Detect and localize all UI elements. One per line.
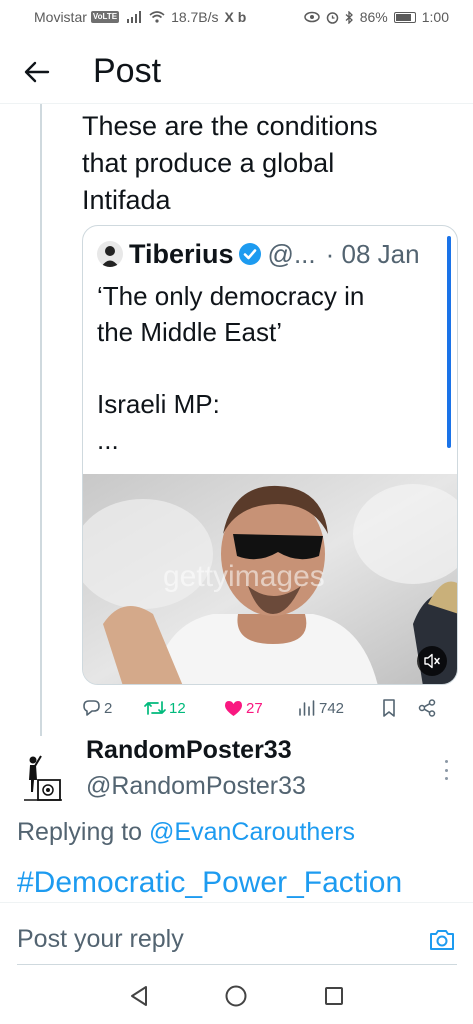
- reply-input-placeholder[interactable]: Post your reply: [17, 925, 184, 954]
- like-count: 27: [246, 699, 263, 717]
- quoted-post-header: Tiberius @... · 08 Jan: [97, 238, 447, 270]
- quoted-text-line: ‘The only democracy in: [97, 281, 365, 311]
- quoted-post-card[interactable]: Tiberius @... · 08 Jan ‘The only democra…: [82, 225, 458, 685]
- thread-line: [40, 104, 42, 736]
- bookmark-action[interactable]: [382, 699, 418, 717]
- more-dot: [444, 777, 448, 780]
- bookmark-icon: [383, 699, 395, 717]
- tweet-text: These are the conditions that produce a …: [82, 108, 452, 219]
- clock: 1:00: [421, 9, 449, 25]
- heart-filled-icon: [225, 700, 242, 716]
- triangle-back-icon: [130, 986, 147, 1006]
- replying-to-prefix: Replying to: [17, 818, 143, 846]
- quoted-post-date: · 08 Jan: [325, 238, 420, 269]
- app-notification-icons: X b: [224, 9, 247, 25]
- bluetooth-icon: [345, 10, 353, 24]
- post-action-bar: 2 12 27 742: [82, 692, 460, 724]
- replying-to-mention[interactable]: @EvanCarouthers: [149, 818, 355, 846]
- volte-badge: VoLTE: [90, 11, 120, 23]
- replying-to-line: Replying to @EvanCarouthers: [17, 818, 355, 847]
- quoted-author-handle: @...: [267, 238, 316, 269]
- add-media-button[interactable]: [427, 925, 457, 955]
- volume-muted-icon: [424, 653, 440, 669]
- reply-action[interactable]: 2: [82, 699, 144, 717]
- person-silhouette-icon: [101, 246, 119, 267]
- quoted-author-name[interactable]: Tiberius: [129, 239, 234, 270]
- verified-badge-icon: [238, 243, 261, 265]
- nav-recents-button[interactable]: [319, 981, 349, 1011]
- tweet-text-line: that produce a global: [82, 148, 335, 178]
- page-title: Post: [93, 52, 162, 90]
- person-at-podium-icon: [24, 755, 62, 801]
- reply-count: 2: [104, 699, 113, 717]
- video-media[interactable]: gettyimages: [83, 474, 457, 684]
- eye-icon: [303, 11, 320, 23]
- views-action[interactable]: 742: [298, 700, 382, 717]
- battery-icon: [393, 11, 416, 23]
- status-bar: Movistar VoLTE 18.7B/s X b 86% 1:00: [0, 0, 473, 34]
- reply-input-area[interactable]: Post your reply: [17, 917, 457, 965]
- more-dot: [444, 768, 448, 772]
- tweet-text-line: These are the conditions: [82, 111, 378, 141]
- alarm-icon: [326, 11, 338, 24]
- reply-author-name[interactable]: RandomPoster33: [86, 736, 292, 765]
- quoted-text-line: the Middle East’: [97, 317, 282, 347]
- hashtag-link[interactable]: #Democratic_Power_Faction: [17, 866, 402, 900]
- view-count: 742: [319, 699, 345, 717]
- share-icon: [418, 699, 436, 717]
- scroll-indicator[interactable]: [447, 236, 451, 448]
- battery-percent: 86%: [359, 9, 388, 25]
- quoted-text-line: Israeli MP:: [97, 389, 220, 419]
- arrow-left-icon: [24, 61, 50, 82]
- quoted-post-text: ‘The only democracy in the Middle East’ …: [97, 278, 437, 458]
- wifi-icon: [149, 11, 165, 23]
- status-icons: 18.7B/s X b: [127, 9, 246, 25]
- like-action[interactable]: 27: [224, 700, 298, 717]
- quoted-author-avatar[interactable]: [97, 241, 123, 267]
- nav-back-button[interactable]: [124, 981, 154, 1011]
- repost-count: 12: [169, 699, 186, 717]
- status-right: 86% 1:00: [303, 9, 449, 25]
- more-dot: [444, 760, 448, 763]
- nav-home-button[interactable]: [221, 981, 251, 1011]
- network-speed: 18.7B/s: [171, 9, 219, 25]
- reply-author-handle[interactable]: @RandomPoster33: [86, 772, 306, 801]
- signal-icon: [127, 11, 142, 23]
- repost-icon: [144, 701, 166, 715]
- tweet-text-line: Intifada: [82, 185, 171, 215]
- carrier-name: Movistar: [34, 9, 87, 25]
- repost-action[interactable]: 12: [144, 699, 224, 717]
- square-recents-icon: [325, 987, 344, 1005]
- circle-home-icon: [225, 985, 247, 1007]
- camera-icon: [430, 930, 454, 950]
- watermark-text: gettyimages: [163, 560, 325, 593]
- quoted-text-line: ...: [97, 425, 119, 455]
- more-options-button[interactable]: [438, 758, 454, 782]
- back-button[interactable]: [17, 52, 57, 92]
- system-navigation-bar: [0, 968, 473, 1024]
- reply-composer: Post your reply: [0, 902, 473, 968]
- share-action[interactable]: [418, 699, 440, 717]
- mute-button[interactable]: [417, 646, 447, 676]
- reply-bubble-icon: [83, 700, 100, 716]
- views-chart-icon: [299, 700, 315, 716]
- quoted-text-spacer: [97, 350, 437, 386]
- reply-author-avatar[interactable]: [20, 744, 64, 804]
- carrier: Movistar VoLTE: [34, 9, 120, 25]
- top-app-bar: Post: [0, 40, 473, 104]
- video-frame-image: gettyimages: [83, 474, 457, 684]
